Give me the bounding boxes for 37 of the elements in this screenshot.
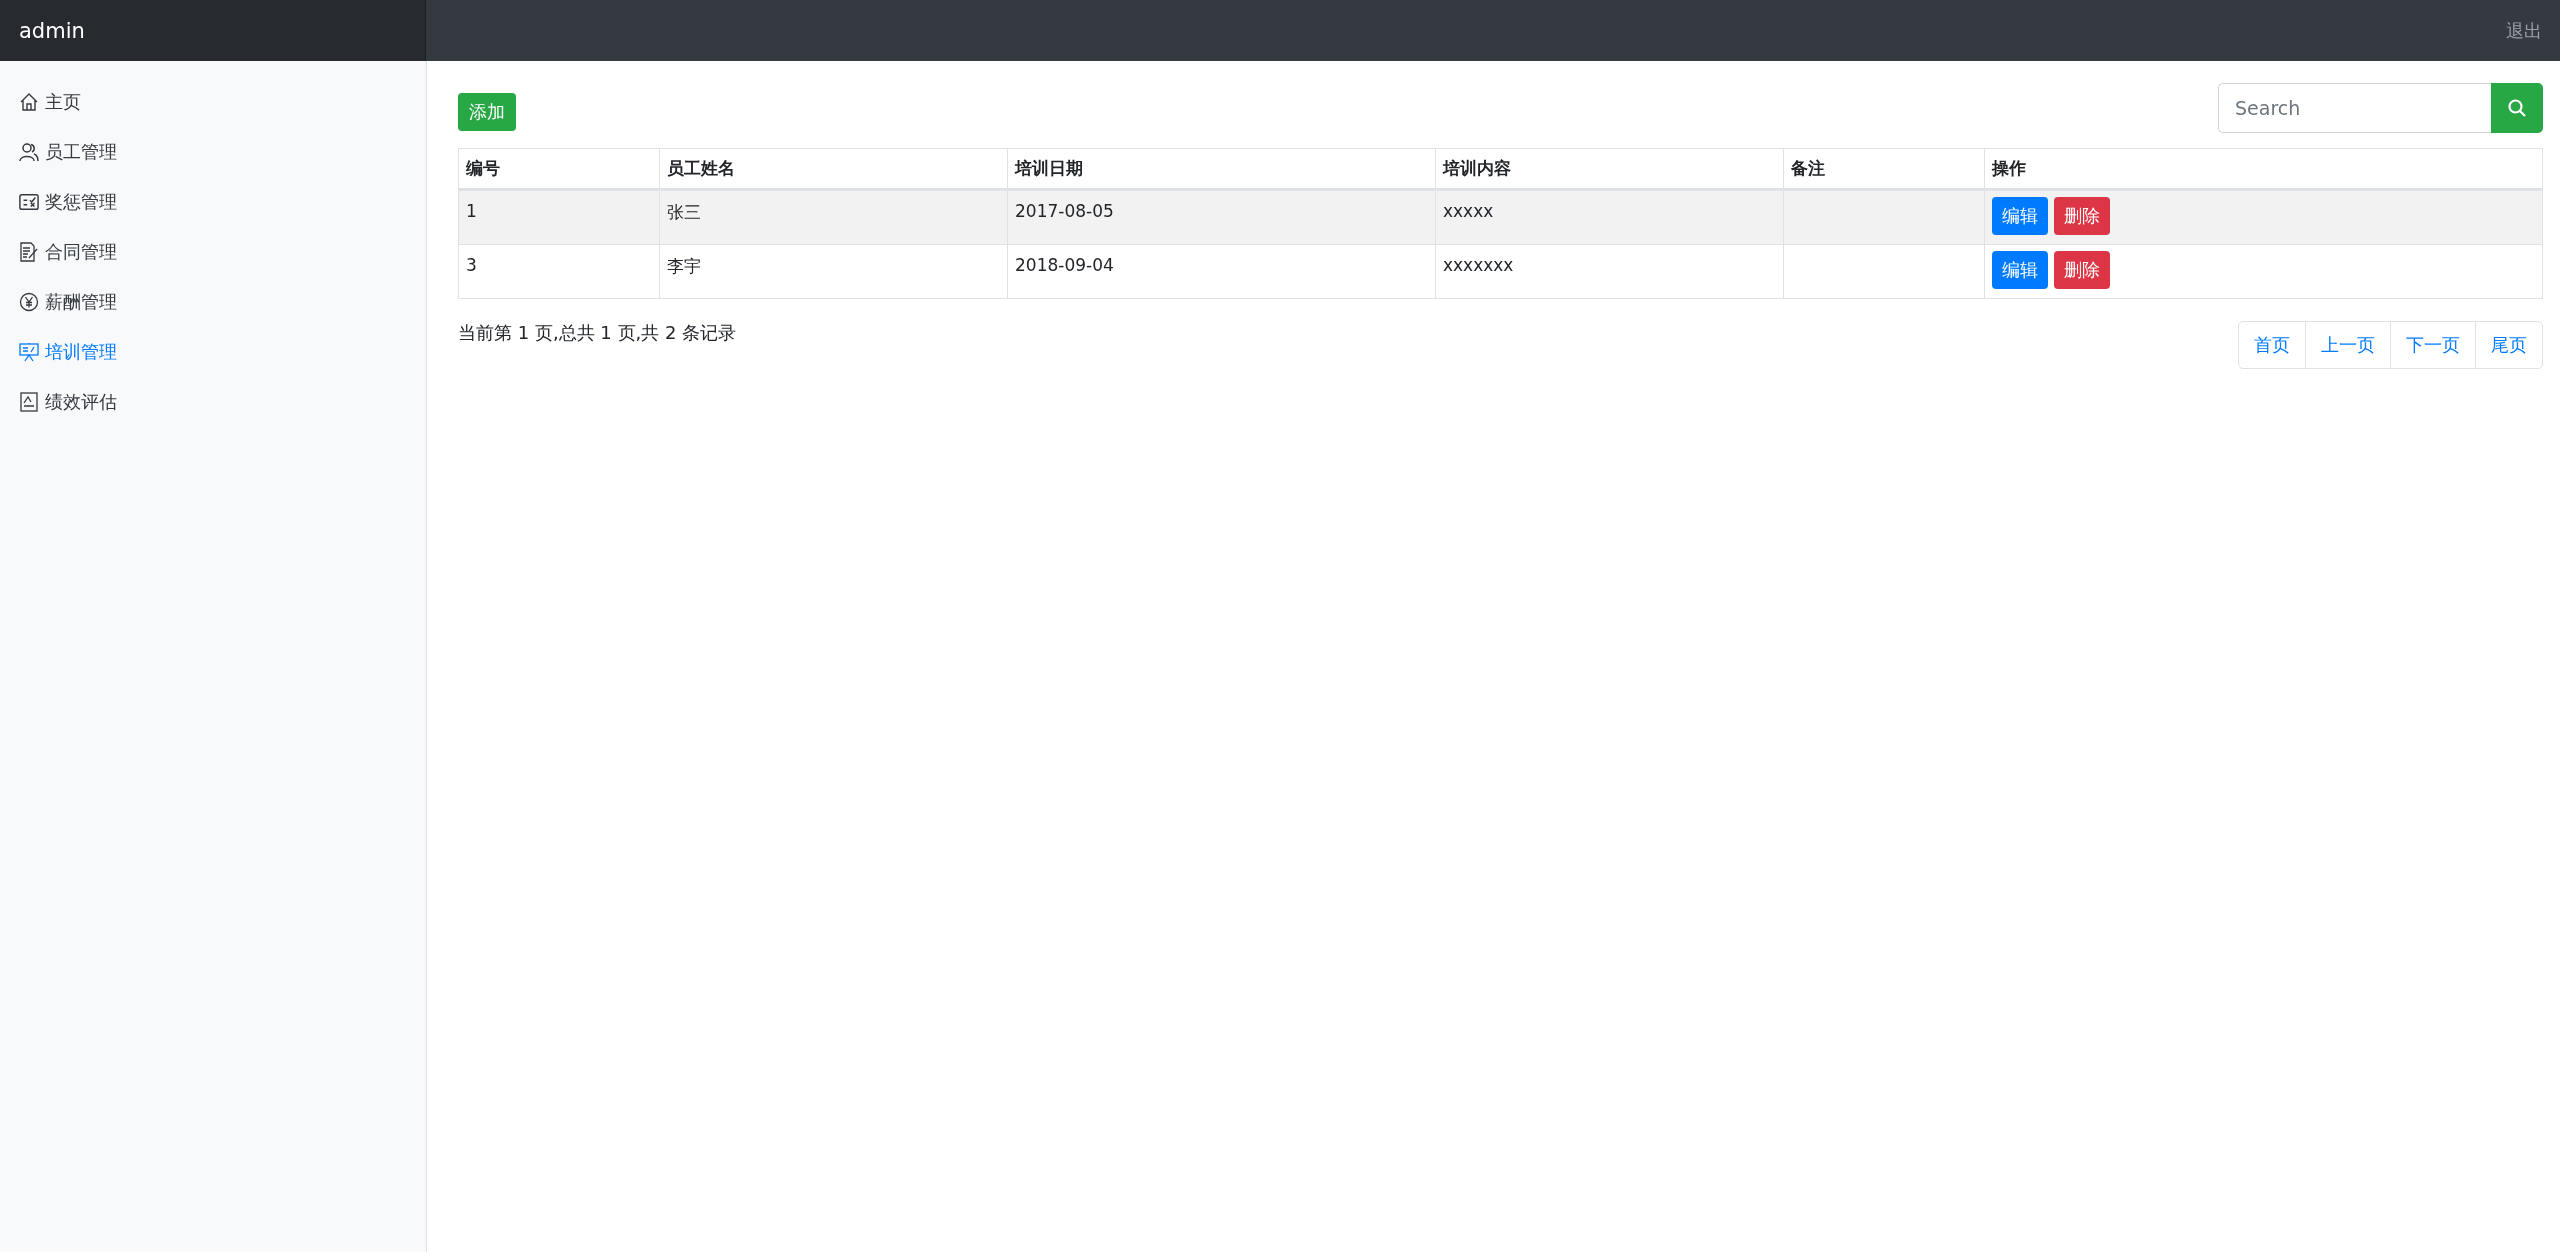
yen-coin-icon xyxy=(19,292,39,312)
add-button[interactable]: 添加 xyxy=(458,93,516,131)
edit-button[interactable]: 编辑 xyxy=(1992,197,2048,235)
table-cell: 2017-08-05 xyxy=(1007,189,1436,245)
house-icon xyxy=(19,92,39,112)
page-link[interactable]: 首页 xyxy=(2239,322,2305,368)
table-cell: xxxxx xyxy=(1435,189,1784,245)
edit-button[interactable]: 编辑 xyxy=(1992,251,2048,289)
brand-title: admin xyxy=(18,18,85,43)
sidebar-item[interactable]: 合同管理 xyxy=(0,227,426,277)
logout-link[interactable]: 退出 xyxy=(2506,18,2542,43)
sidebar-item[interactable]: 主页 xyxy=(0,77,426,127)
page-link[interactable]: 上一页 xyxy=(2305,322,2390,368)
sidebar-item[interactable]: 薪酬管理 xyxy=(0,277,426,327)
table-cell: 3 xyxy=(458,244,660,299)
table-cell: 张三 xyxy=(659,189,1008,245)
page-link[interactable]: 尾页 xyxy=(2475,322,2542,368)
sidebar-item[interactable]: 奖惩管理 xyxy=(0,177,426,227)
page-link[interactable]: 下一页 xyxy=(2390,322,2475,368)
sidebar-item[interactable]: 员工管理 xyxy=(0,127,426,177)
table-cell: xxxxxxx xyxy=(1435,244,1784,299)
delete-button[interactable]: 删除 xyxy=(2054,197,2110,235)
table-cell: 1 xyxy=(458,189,660,245)
table-cell: 2018-09-04 xyxy=(1007,244,1436,299)
delete-button[interactable]: 删除 xyxy=(2054,251,2110,289)
record-summary: 当前第 1 页,总共 1 页,共 2 条记录 xyxy=(458,321,737,345)
search-button[interactable] xyxy=(2491,83,2543,133)
sidebar-item[interactable]: 绩效评估 xyxy=(0,377,426,427)
table-cell: 李宇 xyxy=(659,244,1008,299)
search-field[interactable]: Search xyxy=(2218,83,2491,133)
people-icon xyxy=(19,142,39,162)
chart-report-icon xyxy=(19,392,39,412)
sidebar-item[interactable]: 培训管理 xyxy=(0,327,426,377)
presentation-board-icon xyxy=(19,342,39,362)
search-icon xyxy=(2507,98,2527,118)
document-pen-icon xyxy=(19,242,39,262)
checklist-icon xyxy=(19,192,39,212)
